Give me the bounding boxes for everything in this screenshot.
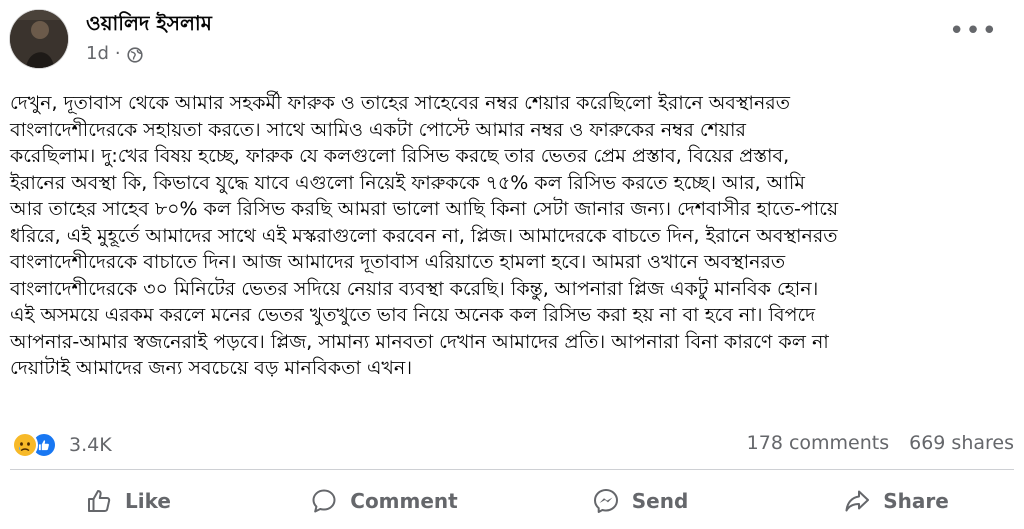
reactions-summary[interactable]: 3.4K <box>12 432 112 458</box>
avatar[interactable] <box>10 10 68 68</box>
author-name[interactable]: ওয়ালিদ ইসলাম <box>86 10 212 36</box>
like-button[interactable]: Like <box>0 478 256 524</box>
share-label: Share <box>883 489 949 513</box>
comment-button[interactable]: Comment <box>256 478 512 524</box>
like-label: Like <box>125 489 171 513</box>
post-text: দেখুন, দূতাবাস থেকে আমার সহকর্মী ফারুক ও… <box>10 92 839 379</box>
post-time[interactable]: 1d <box>86 42 109 66</box>
share-arrow-icon <box>845 490 870 512</box>
post-actions: Like Comment Send Share <box>0 478 1024 524</box>
engagement-counts: 178 comments 669 shares <box>747 432 1014 454</box>
thumbs-up-icon <box>88 490 111 512</box>
meta-separator: · <box>114 43 121 64</box>
post-meta: 1d · <box>86 42 143 66</box>
share-button[interactable]: Share <box>768 478 1024 524</box>
send-button[interactable]: Send <box>512 478 768 524</box>
avatar-photo <box>10 10 68 68</box>
more-options-icon[interactable]: ••• <box>949 18 998 44</box>
comment-label: Comment <box>350 489 458 513</box>
messenger-icon <box>593 489 618 513</box>
globe-icon[interactable] <box>127 46 143 63</box>
post-stats: 3.4K 178 comments 669 shares <box>12 430 1014 460</box>
comment-count[interactable]: 178 comments <box>747 432 889 454</box>
divider <box>10 469 1014 470</box>
share-count[interactable]: 669 shares <box>909 432 1014 454</box>
sad-reaction-icon <box>12 432 38 458</box>
reaction-count[interactable]: 3.4K <box>69 434 112 456</box>
post-header: ওয়ালিদ ইসলাম 1d · ••• <box>10 8 1014 70</box>
comment-icon <box>312 489 336 513</box>
send-label: Send <box>631 489 689 513</box>
